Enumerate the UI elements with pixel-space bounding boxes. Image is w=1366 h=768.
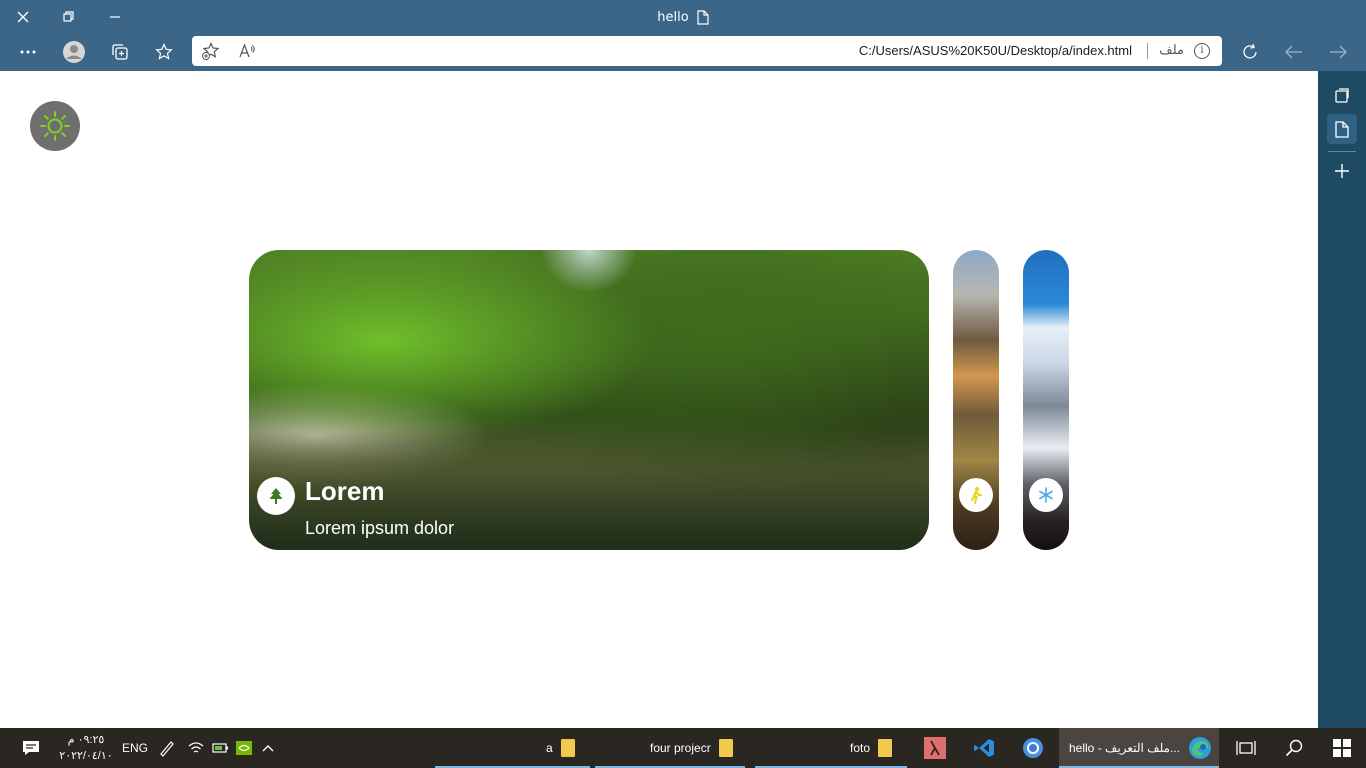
- card-icon-badge: [1029, 478, 1063, 512]
- show-hidden-icons-button[interactable]: [262, 728, 274, 768]
- clock-time: ٠٩:٢٥ م: [67, 734, 105, 746]
- pen-workspace-button[interactable]: [158, 728, 176, 768]
- app-label: hello - ملف التعريف...: [1069, 741, 1180, 755]
- arrow-left-icon: [1285, 45, 1302, 59]
- sidebar-divider: [1328, 151, 1356, 152]
- windows-taskbar: ٠٩:٢٥ م ٢٠٢٢/٠٤/١٠ ENG a four projecr fo…: [0, 728, 1366, 768]
- taskbar-app-lambda[interactable]: [924, 728, 946, 768]
- sidebar-add-button[interactable]: [1327, 156, 1357, 186]
- chevron-up-icon: [262, 745, 274, 752]
- chrome-icon: [1023, 738, 1043, 758]
- notification-icon: [23, 741, 39, 755]
- card-icon-badge: [257, 477, 295, 515]
- title-bar: hello: [0, 0, 1366, 34]
- add-favorite-button[interactable]: [200, 41, 222, 61]
- folder-icon: [878, 739, 893, 757]
- hiker-icon: [971, 487, 982, 504]
- taskbar-app-chrome[interactable]: [1022, 728, 1044, 768]
- browser-toolbar: C:/Users/ASUS%20K50U/Desktop/a/index.htm…: [0, 34, 1366, 71]
- wifi-icon: [188, 742, 204, 753]
- info-icon[interactable]: i: [1194, 43, 1210, 59]
- refresh-icon: [1243, 43, 1257, 59]
- sidebar-current-page-button[interactable]: [1327, 114, 1357, 144]
- windows-logo-icon: [1333, 739, 1351, 757]
- taskbar-app-four-projecr[interactable]: four projecr: [650, 728, 733, 768]
- gallery-card-autumn[interactable]: [953, 250, 999, 550]
- folder-icon: [560, 739, 575, 757]
- nvidia-tray-button[interactable]: [236, 728, 252, 768]
- clock[interactable]: ٠٩:٢٥ م ٢٠٢٢/٠٤/١٠: [56, 732, 116, 764]
- collections-button[interactable]: [103, 36, 137, 68]
- avatar-icon: [63, 41, 85, 63]
- start-button[interactable]: [1333, 728, 1351, 768]
- gallery-card-forest[interactable]: Lorem Lorem ipsum dolor: [249, 250, 929, 550]
- theme-toggle-button[interactable]: [30, 101, 80, 151]
- edge-sidebar: [1318, 71, 1366, 728]
- clock-date: ٢٠٢٢/٠٤/١٠: [59, 750, 113, 762]
- file-badge[interactable]: ملف: [1159, 36, 1184, 66]
- read-aloud-icon: [239, 43, 255, 58]
- taskbar-app-edge[interactable]: hello - ملف التعريف...: [1069, 728, 1212, 768]
- more-icon: [20, 50, 36, 54]
- card-title: Lorem: [305, 476, 385, 506]
- tab-actions-icon: [1335, 88, 1349, 103]
- app-label: foto: [850, 741, 871, 755]
- card-icon-badge: [959, 478, 993, 512]
- document-icon: [697, 9, 709, 25]
- gallery-card-winter[interactable]: [1023, 250, 1069, 550]
- refresh-button[interactable]: [1233, 36, 1267, 68]
- favorites-star-icon: [155, 43, 173, 60]
- more-options-button[interactable]: [11, 36, 45, 68]
- snowflake-icon: [1039, 487, 1053, 503]
- lambda-app-icon: [924, 737, 946, 759]
- sun-icon: [40, 111, 70, 141]
- language-indicator[interactable]: ENG: [122, 728, 148, 768]
- battery-icon: [212, 743, 228, 753]
- battery-button[interactable]: [212, 728, 230, 768]
- tab-title-text: hello: [657, 9, 689, 25]
- app-label: four projecr: [650, 741, 711, 755]
- network-button[interactable]: [188, 728, 204, 768]
- forward-button[interactable]: [1321, 36, 1355, 68]
- taskbar-app-vscode[interactable]: [973, 728, 995, 768]
- address-bar[interactable]: C:/Users/ASUS%20K50U/Desktop/a/index.htm…: [192, 36, 1222, 66]
- url-text[interactable]: C:/Users/ASUS%20K50U/Desktop/a/index.htm…: [859, 36, 1132, 66]
- task-view-icon: [1236, 741, 1256, 755]
- vscode-icon: [974, 739, 994, 757]
- read-aloud-button[interactable]: [236, 41, 258, 61]
- language-label: ENG: [122, 741, 149, 755]
- tab-title: hello: [0, 0, 1366, 34]
- back-button[interactable]: [1277, 36, 1311, 68]
- card-subtitle: Lorem ipsum dolor: [305, 518, 455, 538]
- tab-actions-button[interactable]: [1327, 80, 1357, 110]
- nvidia-icon: [236, 741, 252, 755]
- notifications-button[interactable]: [22, 728, 40, 768]
- arrow-right-icon: [1330, 45, 1347, 59]
- plus-icon: [1335, 164, 1349, 178]
- search-button[interactable]: [1285, 728, 1303, 768]
- profile-button[interactable]: [57, 36, 91, 68]
- search-icon: [1285, 739, 1303, 757]
- folder-icon: [718, 739, 733, 757]
- app-label: a: [546, 741, 553, 755]
- page-icon: [1335, 120, 1349, 138]
- edge-icon: [1189, 737, 1211, 759]
- task-view-button[interactable]: [1236, 728, 1256, 768]
- favorites-button[interactable]: [147, 36, 181, 68]
- add-favorite-star-icon: [202, 42, 220, 60]
- collections-icon: [112, 44, 128, 60]
- taskbar-app-a[interactable]: a: [546, 728, 575, 768]
- tree-icon: [269, 488, 283, 504]
- address-divider: [1147, 43, 1148, 59]
- pen-icon: [160, 741, 174, 757]
- taskbar-app-foto[interactable]: foto: [850, 728, 893, 768]
